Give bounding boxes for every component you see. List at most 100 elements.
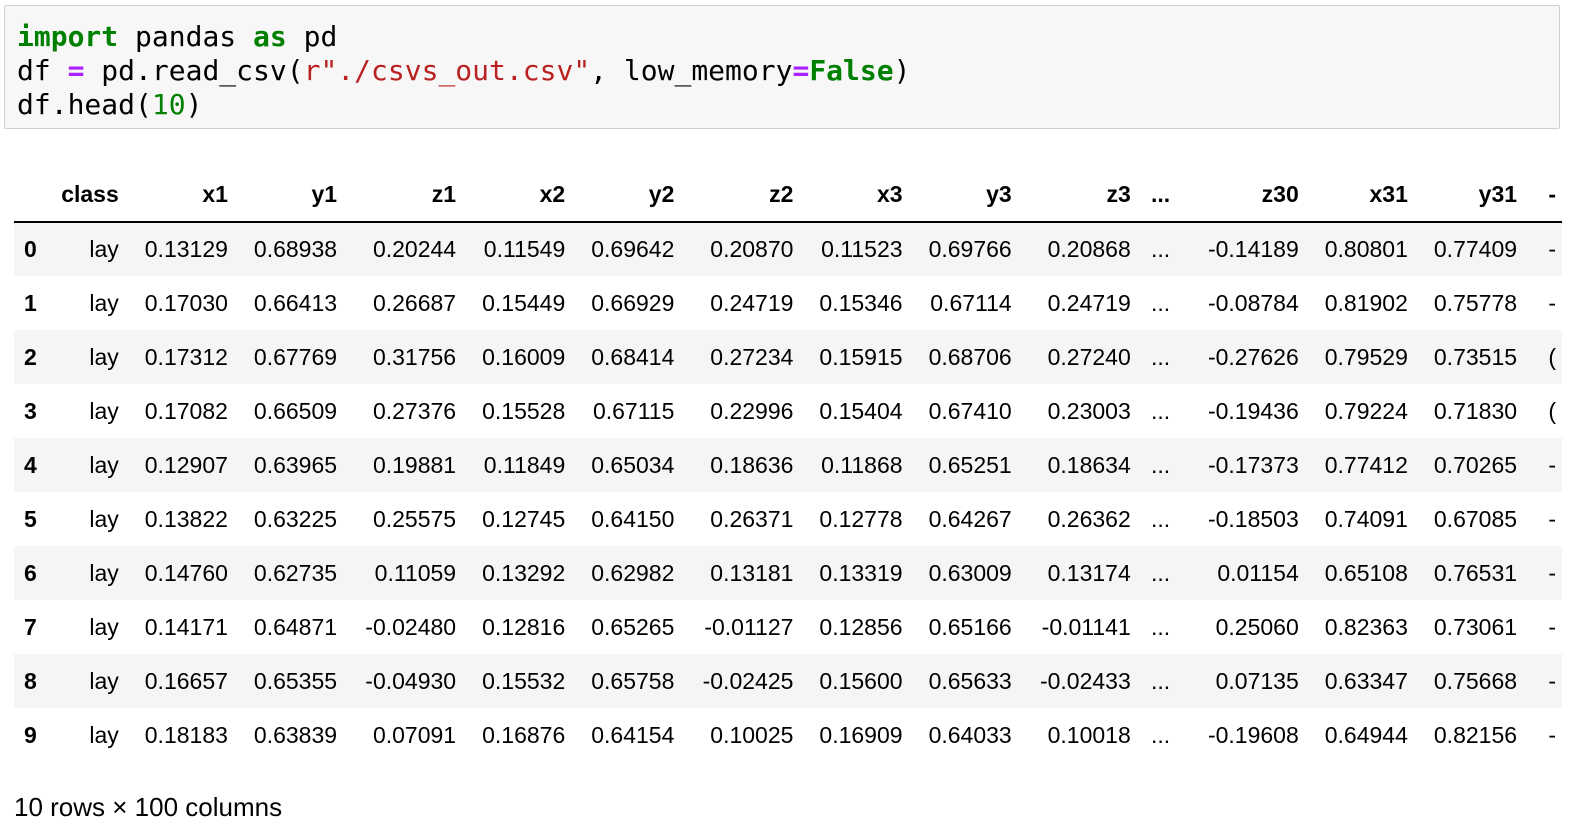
table-cell: -0.14189 xyxy=(1207,236,1299,262)
column-header: x2 xyxy=(539,181,566,207)
column-header: - xyxy=(1548,181,1556,207)
table-cell: -0.01141 xyxy=(1041,613,1131,640)
table-cell: 0.63009 xyxy=(928,559,1012,586)
row-index: 1 xyxy=(24,289,37,316)
code-text: , low_memory xyxy=(590,54,793,87)
table-cell: -0.02480 xyxy=(365,613,457,640)
table-cell: 0.11059 xyxy=(374,559,457,586)
table-cell: ... xyxy=(1150,397,1171,424)
table-cell: - xyxy=(1548,613,1556,640)
table-row: 3 lay 0.17082 0.66509 0.27376 0.15528 0.67115 0… xyxy=(14,384,1562,438)
table-cell: - xyxy=(1548,236,1556,262)
table-cell: 0.66413 xyxy=(253,289,338,316)
table-cell: lay xyxy=(89,667,119,694)
table-cell: -0.19608 xyxy=(1207,721,1299,748)
table-cell: 0.79224 xyxy=(1324,397,1408,424)
table-cell: 0.67115 xyxy=(592,397,675,424)
table-cell: -0.27626 xyxy=(1207,343,1299,370)
table-cell: 0.75668 xyxy=(1433,667,1518,694)
table-cell: 0.11868 xyxy=(821,451,903,478)
table-cell: 0.12907 xyxy=(144,451,228,478)
table-cell: 0.12816 xyxy=(482,613,566,640)
table-cell: ... xyxy=(1150,559,1171,586)
table-cell: 0.11523 xyxy=(821,236,903,262)
table-cell: 0.67085 xyxy=(1433,505,1518,532)
table-cell: 0.25575 xyxy=(372,505,457,532)
table-row: 6 lay 0.14760 0.62735 0.11059 0.13292 0.62982 0… xyxy=(14,546,1562,600)
code-text: pd.read_csv( xyxy=(84,54,304,87)
table-cell: - xyxy=(1548,721,1556,748)
table-cell: 0.64033 xyxy=(928,721,1012,748)
column-header: x1 xyxy=(202,181,228,207)
table-cell: lay xyxy=(89,236,119,262)
table-cell: 0.77412 xyxy=(1324,451,1408,478)
code-text: pandas xyxy=(118,20,254,53)
table-row: 0 lay 0.13129 0.68938 0.20244 0.11549 0.69642 0… xyxy=(14,222,1562,276)
table-cell: 0.18636 xyxy=(710,451,794,478)
keyword-as: as xyxy=(253,20,287,53)
table-cell: 0.27240 xyxy=(1047,343,1131,370)
table-cell: 0.67769 xyxy=(253,343,338,370)
table-cell: 0.12856 xyxy=(819,613,903,640)
header-row: class x1 y1 z1 x2 y2 z2 x3 y3 z3... z30 x31 y31 - xyxy=(14,168,1562,222)
table-cell: 0.15528 xyxy=(482,397,566,424)
table-cell: 0.20868 xyxy=(1047,236,1131,262)
code-text: ) xyxy=(893,54,911,87)
table-cell: ... xyxy=(1150,505,1171,532)
operator: = xyxy=(67,54,85,87)
table-cell: -0.02433 xyxy=(1039,667,1131,694)
table-row: 5 lay 0.13822 0.63225 0.25575 0.12745 0.64150 0… xyxy=(14,492,1562,546)
table-cell: 0.16657 xyxy=(144,667,228,694)
table-cell: 0.12745 xyxy=(482,505,566,532)
table-row: 1 lay 0.17030 0.66413 0.26687 0.15449 0.66929 0… xyxy=(14,276,1562,330)
table-cell: 0.19881 xyxy=(372,451,457,478)
table-cell: 0.22996 xyxy=(710,397,794,424)
dataframe-output: class x1 y1 z1 x2 y2 z2 x3 y3 z3... z30 x31 y31 - 0 la… xyxy=(14,168,1562,768)
code-cell-input[interactable]: import pandas as pd df = pd.read_csv(r".… xyxy=(4,5,1560,129)
table-cell: 0.65108 xyxy=(1324,559,1408,586)
column-header: y1 xyxy=(311,181,338,207)
table-cell: 0.79529 xyxy=(1324,343,1408,370)
table-cell: 0.64267 xyxy=(928,505,1012,532)
row-index: 4 xyxy=(24,451,37,478)
table-cell: 0.12778 xyxy=(819,505,903,532)
table-cell: 0.26371 xyxy=(710,505,794,532)
row-index: 0 xyxy=(24,236,37,262)
table-cell: 0.16009 xyxy=(482,343,566,370)
table-cell: - xyxy=(1548,451,1556,478)
table-cell: 0.13129 xyxy=(144,236,228,262)
table-cell: 0.74091 xyxy=(1324,505,1408,532)
table-cell: 0.13319 xyxy=(819,559,903,586)
table-cell: ... xyxy=(1150,236,1171,262)
table-cell: 0.26362 xyxy=(1047,505,1131,532)
row-index: 9 xyxy=(24,721,37,748)
table-cell: 0.07135 xyxy=(1215,667,1299,694)
table-cell: 0.13181 xyxy=(710,559,794,586)
table-row: 7 lay 0.14171 0.64871 -0.02480 0.12816 0.65265… xyxy=(14,600,1562,654)
column-header: y2 xyxy=(648,181,675,207)
table-cell: 0.24719 xyxy=(710,289,794,316)
table-cell: 0.63839 xyxy=(253,721,338,748)
table-body: 0 lay 0.13129 0.68938 0.20244 0.11549 0.69642 0… xyxy=(14,222,1562,762)
row-index: 8 xyxy=(24,667,37,694)
table-cell: 0.01154 xyxy=(1217,559,1299,586)
table-cell: 0.17030 xyxy=(144,289,228,316)
code-text: pd xyxy=(286,20,338,53)
string-literal: r"./csvs_out.csv" xyxy=(303,54,591,87)
table-cell: -0.19436 xyxy=(1207,397,1299,424)
table-cell: 0.18634 xyxy=(1047,451,1131,478)
table-cell: 0.65251 xyxy=(928,451,1012,478)
table-cell: - xyxy=(1548,289,1556,316)
table-cell: 0.11849 xyxy=(483,451,566,478)
code-editor[interactable]: import pandas as pd df = pd.read_csv(r".… xyxy=(17,20,910,122)
table-cell: -0.02425 xyxy=(702,667,794,694)
table-cell: 0.66929 xyxy=(591,289,675,316)
table-cell: 0.65355 xyxy=(253,667,338,694)
table-row: 4 lay 0.12907 0.63965 0.19881 0.11849 0.65034 0… xyxy=(14,438,1562,492)
code-text: df xyxy=(17,54,68,87)
table-cell: - xyxy=(1548,505,1556,532)
table-cell: -0.17373 xyxy=(1207,451,1299,478)
row-index: 3 xyxy=(24,397,37,424)
table-cell: 0.13292 xyxy=(482,559,566,586)
table-cell: ... xyxy=(1150,343,1171,370)
